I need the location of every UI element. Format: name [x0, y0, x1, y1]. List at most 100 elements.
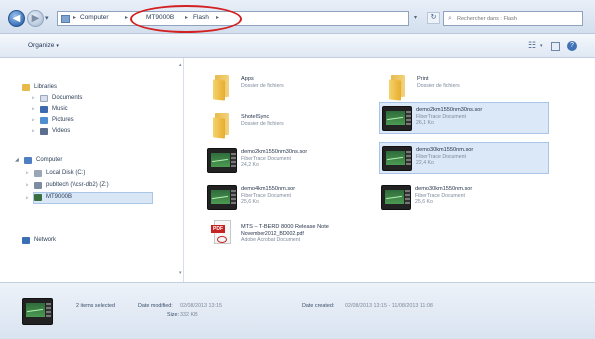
- file-name: demo30km1550nm.sor: [415, 186, 473, 192]
- scroll-down-icon[interactable]: ▾: [179, 270, 182, 276]
- scroll-up-icon[interactable]: ▴: [179, 62, 182, 68]
- sidebar-item-label: Documents: [52, 95, 83, 101]
- videos-icon: [40, 128, 48, 135]
- file-name: Apps: [241, 76, 254, 82]
- file-item-apps[interactable]: Apps Dossier de fichiers: [205, 72, 375, 104]
- sidebar-scrollbar[interactable]: ▴ ▾: [179, 62, 184, 278]
- tree-expand-icon[interactable]: ▹: [32, 128, 35, 134]
- sidebar-item-network[interactable]: Network: [22, 236, 122, 246]
- chevron-right-icon[interactable]: ▸: [73, 14, 76, 21]
- sidebar-item-network-drive[interactable]: publtech (\\csr-db2) (Z:): [34, 181, 164, 191]
- file-name: demo2km1550nm30ns.sor: [416, 107, 483, 113]
- folder-icon: [389, 75, 409, 101]
- date-modified-label: Date modified:: [138, 303, 173, 309]
- tree-expand-icon[interactable]: ▹: [26, 170, 29, 176]
- device-icon: [34, 194, 42, 201]
- document-icon: [40, 95, 48, 102]
- selection-count: 2 items selected: [76, 303, 115, 309]
- sidebar-item-label: Music: [52, 106, 68, 112]
- fiber-trace-icon: [22, 298, 53, 325]
- navigation-pane: Libraries ▹ Documents ▹ Music ▹ Pictures…: [0, 58, 184, 282]
- details-pane: 2 items selected Date modified: 02/08/20…: [0, 282, 595, 339]
- sidebar-item-label: Libraries: [34, 84, 58, 90]
- fiber-trace-icon: [207, 148, 237, 173]
- pictures-icon: [40, 117, 48, 124]
- search-input[interactable]: [457, 14, 579, 24]
- file-name: Print: [417, 76, 429, 82]
- tree-expand-icon[interactable]: ▹: [32, 95, 35, 101]
- file-item[interactable]: demo30km1550nm.sor FiberTrace Document 2…: [379, 182, 549, 214]
- sidebar-item-libraries[interactable]: Libraries: [22, 83, 122, 93]
- view-options-icon[interactable]: ☷: [528, 40, 536, 51]
- recent-pages-arrow-icon[interactable]: ▾: [45, 14, 49, 22]
- breadcrumb-computer[interactable]: Computer: [80, 14, 109, 21]
- tree-expand-icon[interactable]: ▹: [32, 106, 35, 112]
- sidebar-item-label: Computer: [36, 157, 63, 163]
- tree-expand-icon[interactable]: ▹: [32, 117, 35, 123]
- network-icon: [22, 237, 30, 244]
- search-icon: ⌕: [448, 15, 452, 22]
- sidebar-item-music[interactable]: Music: [40, 105, 140, 115]
- chevron-right-icon[interactable]: ▸: [125, 14, 128, 21]
- sidebar-item-label: Pictures: [52, 117, 74, 123]
- size-label: Size:: [167, 312, 179, 318]
- file-name: ShotelSync: [241, 114, 270, 120]
- sidebar-item-computer[interactable]: Computer: [24, 156, 124, 166]
- file-list: Apps Dossier de fichiers Print Dossier d…: [185, 58, 595, 282]
- sidebar-item-label: MT9000B: [46, 194, 73, 200]
- file-name: demo4km1550nm.sor: [241, 186, 296, 192]
- tree-collapse-icon[interactable]: ◢: [15, 157, 19, 163]
- date-created-value: 02/08/2013 13:15 - 11/08/2013 11:08: [345, 303, 433, 309]
- fiber-trace-icon: [382, 146, 412, 171]
- fiber-trace-icon: [381, 185, 411, 210]
- date-modified-value: 02/08/2013 13:15: [180, 303, 222, 309]
- back-button[interactable]: ◀: [8, 10, 25, 27]
- refresh-icon[interactable]: ↻: [427, 12, 440, 24]
- sidebar-item-pictures[interactable]: Pictures: [40, 116, 140, 126]
- file-size: 26,1 Ko: [416, 120, 434, 126]
- tree-expand-icon[interactable]: ▹: [26, 195, 29, 201]
- size-value: 332 KB: [180, 312, 198, 318]
- file-size: 25,6 Ko: [241, 199, 259, 205]
- tree-expand-icon[interactable]: ▹: [26, 182, 29, 188]
- file-name: MTS – T-BERD 8000 Release Note: [241, 224, 329, 230]
- sidebar-item-videos[interactable]: Videos: [40, 127, 140, 137]
- file-item-selected[interactable]: demo30km1550nm.sor FiberTrace Document 2…: [379, 142, 549, 174]
- file-size: 25,6 Ko: [415, 199, 433, 205]
- file-item[interactable]: demo2km1550nm30ns.sor FiberTrace Documen…: [205, 145, 375, 177]
- address-dropdown-icon[interactable]: ▾: [414, 14, 417, 21]
- sidebar-item-label: Network: [34, 237, 57, 243]
- fiber-trace-icon: [382, 106, 412, 131]
- fiber-trace-icon: [207, 185, 237, 210]
- file-size: 24,2 Ko: [241, 162, 259, 168]
- file-type: Dossier de fichiers: [241, 83, 284, 89]
- forward-button[interactable]: ▶: [27, 10, 44, 27]
- libraries-icon: [22, 84, 30, 91]
- computer-icon: [24, 157, 32, 164]
- folder-icon: [213, 113, 233, 139]
- address-bar: ◀ ▶ ▾ ▸ Computer ▸ MT9000B ▸ Flash ▸ ▾ ↻…: [0, 0, 595, 34]
- sidebar-item-documents[interactable]: Documents: [40, 94, 140, 104]
- drive-icon: [34, 170, 42, 177]
- organize-button[interactable]: Organize ▾: [28, 42, 59, 49]
- help-icon[interactable]: ?: [567, 41, 577, 51]
- file-item-selected[interactable]: demo2km1550nm30ns.sor FiberTrace Documen…: [379, 102, 549, 134]
- command-bar: Organize ▾ ☷ ▾ ?: [0, 34, 595, 58]
- file-name: demo30km1550nm.sor: [416, 147, 474, 153]
- file-name: demo2km1550nm30ns.sor: [241, 149, 308, 155]
- chevron-down-icon[interactable]: ▾: [540, 43, 543, 49]
- file-item[interactable]: demo4km1550nm.sor FiberTrace Document 25…: [205, 182, 375, 214]
- sidebar-item-label: Local Disk (C:): [46, 170, 86, 176]
- pdf-icon: PDF: [211, 220, 233, 250]
- file-item-print[interactable]: Print Dossier de fichiers: [381, 72, 551, 104]
- file-type: Dossier de fichiers: [417, 83, 460, 89]
- sidebar-item-mt9000b[interactable]: MT9000B: [33, 192, 153, 204]
- sidebar-item-label: Videos: [52, 128, 71, 134]
- folder-icon: [213, 75, 233, 101]
- network-drive-icon: [34, 182, 42, 189]
- search-box[interactable]: ⌕: [443, 11, 583, 26]
- sidebar-item-local-disk[interactable]: Local Disk (C:): [34, 169, 144, 179]
- file-item-release-note[interactable]: PDF MTS – T-BERD 8000 Release Note Novem…: [205, 220, 375, 256]
- preview-pane-icon[interactable]: [551, 42, 560, 51]
- file-item-shotelsync[interactable]: ShotelSync Dossier de fichiers: [205, 110, 375, 142]
